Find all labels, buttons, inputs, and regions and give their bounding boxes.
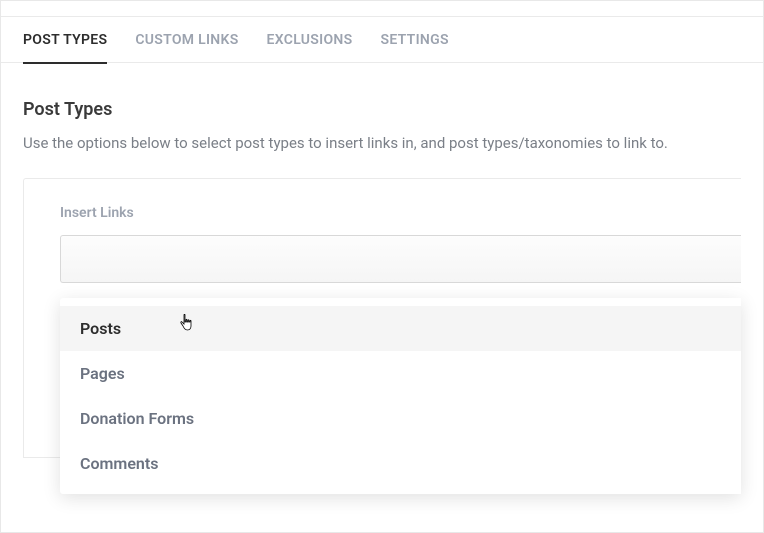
- tab-settings[interactable]: SETTINGS: [380, 17, 448, 63]
- dropdown-option-comments[interactable]: Comments: [60, 441, 741, 486]
- section-title: Post Types: [23, 99, 741, 120]
- section-description: Use the options below to select post typ…: [23, 134, 741, 152]
- insert-links-dropdown: Posts Pages Donation Forms Comments: [60, 298, 741, 494]
- dropdown-option-posts[interactable]: Posts: [60, 306, 741, 351]
- dropdown-option-donation-forms[interactable]: Donation Forms: [60, 396, 741, 441]
- insert-links-select[interactable]: [60, 235, 741, 283]
- tab-exclusions[interactable]: EXCLUSIONS: [267, 17, 353, 63]
- dropdown-option-pages[interactable]: Pages: [60, 351, 741, 396]
- tabs-nav: POST TYPES CUSTOM LINKS EXCLUSIONS SETTI…: [1, 17, 763, 63]
- field-label-insert-links: Insert Links: [60, 205, 741, 221]
- tab-custom-links[interactable]: CUSTOM LINKS: [135, 17, 238, 63]
- tab-post-types[interactable]: POST TYPES: [23, 17, 107, 63]
- panel-insert-links: Insert Links Posts Pages Donation Forms …: [23, 178, 741, 458]
